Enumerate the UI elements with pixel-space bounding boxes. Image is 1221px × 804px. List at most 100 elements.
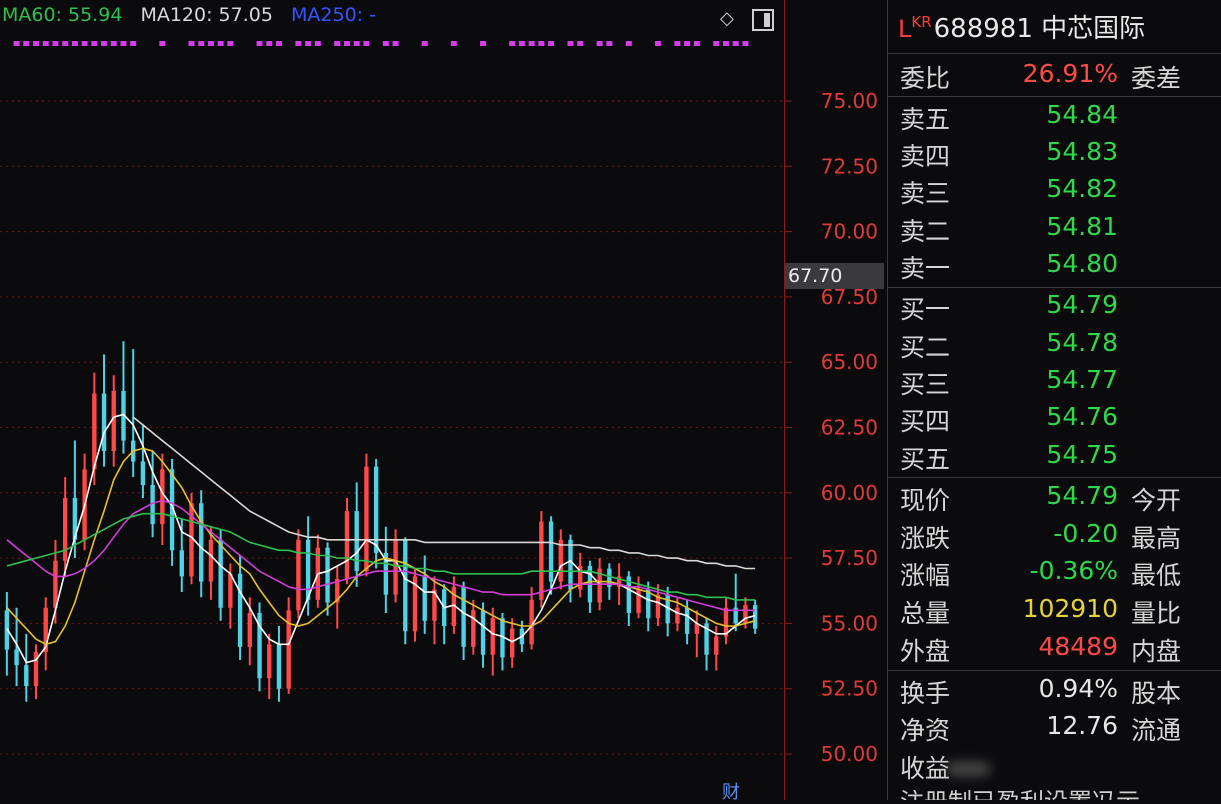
candle-body [558,539,563,582]
candle-body [140,461,146,485]
candle-body [53,560,58,608]
signal-mark [674,41,681,46]
signal-mark [13,41,20,46]
candle-body [422,576,427,621]
stat-value: -0.20 [1053,519,1118,548]
signal-mark [305,41,312,46]
candle-body [344,511,350,579]
candle-body [228,573,233,608]
signal-mark [392,41,399,46]
candle-body [480,610,486,655]
panel-toggle-icon[interactable] [752,9,774,31]
fund-value: 12.76 [1046,711,1118,740]
stat-value: 54.79 [1046,481,1118,510]
signal-mark [509,41,516,46]
signal-mark [256,41,263,46]
y-tick-label: 60.00 [821,481,878,505]
candle-body [218,539,223,608]
signal-mark [606,41,613,46]
ask-price: 54.83 [1046,137,1118,166]
fund-value: 0.94% [1038,674,1118,703]
ma-line-ma10 [6,447,756,646]
candle-body [267,644,272,679]
signal-mark [101,41,108,46]
signal-mark [713,41,720,46]
signal-mark [42,41,49,46]
bid-price: 54.76 [1046,402,1118,431]
y-tick-label: 72.50 [821,154,878,178]
finance-badge[interactable]: 财 [722,778,740,804]
signal-mark [538,41,545,46]
candle-body [393,539,398,595]
stat-value: -0.36% [1029,556,1118,585]
bid-price: 54.77 [1046,365,1118,394]
bid-price: 54.75 [1046,440,1118,469]
ask-price: 54.80 [1046,249,1118,278]
signal-mark [266,41,273,46]
kline-chart-panel[interactable]: 75.00 72.50 70.00 67.50 65.00 62.50 60.00 57.50… [0,0,884,803]
stat-value: 48489 [1038,632,1118,661]
y-tick-label: 52.50 [821,677,878,701]
signal-mark [343,41,350,46]
signal-mark [480,41,487,46]
kline-chart[interactable]: 75.0072.5070.0067.5065.0062.5060.0057.50… [0,0,884,800]
candle-body [471,610,476,647]
signal-mark [722,41,729,46]
signal-mark [275,41,282,46]
signal-mark [207,41,214,46]
candle-body [403,539,408,632]
signal-mark [23,41,30,46]
signal-mark [577,41,584,46]
signal-mark [71,41,78,46]
signal-mark [353,41,360,46]
stat-value: 102910 [1022,594,1118,623]
y-tick-label: 50.00 [821,742,878,766]
fund-label2: 股本 [1131,679,1182,708]
candle-body [743,605,748,624]
y-tick-label: 65.00 [821,350,878,374]
candle-body [24,665,29,687]
signal-mark [742,41,749,46]
signal-mark [684,41,691,46]
truncated-row: 注册制已盈利设置冯示 [900,790,1220,800]
y-tick-label: 57.50 [821,546,878,570]
signal-mark [227,41,234,46]
signal-mark [421,41,428,46]
signal-mark [188,41,195,46]
candle-body [714,636,719,655]
candle-body [276,644,282,689]
candle-body [305,539,311,600]
candle-body [354,511,359,572]
signal-mark [198,41,205,46]
candle-body [684,607,690,634]
candle-body [364,466,369,572]
y-tick-label: 55.00 [821,611,878,635]
candle-body [752,605,758,629]
signal-mark [528,41,535,46]
signal-mark [120,41,127,46]
signal-mark [450,41,457,46]
candle-body [296,539,301,611]
weibi-value: 26.91% [1022,59,1118,88]
signal-mark [159,41,166,46]
level-icon: L [898,15,912,43]
signal-mark [732,41,739,46]
ma250-label: MA250: - [291,4,376,26]
diamond-icon[interactable]: ◇ [720,10,738,28]
stock-title: LKR688981 中芯国际 [898,8,1145,45]
signal-mark [382,41,389,46]
fund-label2: 流通 [1131,716,1182,745]
quote-panel: LKR688981 中芯国际 委比 26.91% 委差 卖五 54.84 卖四 54… [887,0,1221,800]
candle-body [199,503,204,582]
ma-line-ma5 [6,413,756,664]
candle-body [539,521,544,600]
candle-body [510,628,515,658]
candle-body [568,539,573,590]
signal-mark [625,41,632,46]
stock-name: 688981 中芯国际 [933,14,1146,44]
ma-line-ma60 [6,512,756,601]
y-tick-label: 62.50 [821,416,878,440]
signal-mark [81,41,88,46]
candle-body [14,649,19,666]
candle-body [237,573,243,647]
